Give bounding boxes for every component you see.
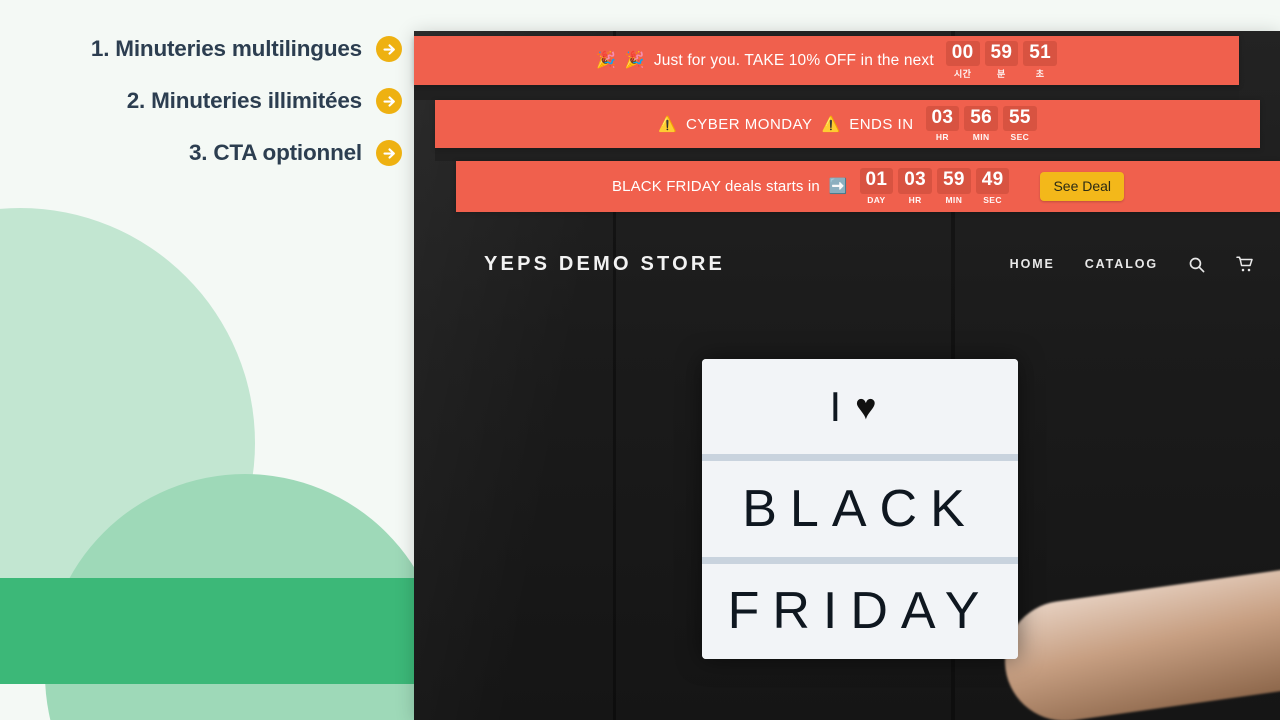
countdown-unit-seconds: 55 SEC — [1003, 105, 1037, 143]
countdown-hours-label: HR — [908, 194, 922, 205]
arrow-right-circle-icon[interactable] — [376, 36, 402, 62]
countdown-seconds-label: SEC — [1010, 132, 1030, 143]
banner-2-title: CYBER MONDAY — [685, 115, 813, 133]
countdown-hours-value: 03 — [925, 105, 960, 132]
countdown-unit-days: 01 DAY — [859, 168, 894, 205]
warning-icon: ⚠️ — [658, 115, 677, 133]
arrow-right-circle-icon[interactable] — [376, 88, 402, 114]
feature-item-1[interactable]: 1. Minuteries multilingues — [91, 36, 402, 62]
page-gap-strip-1 — [414, 85, 1239, 100]
store-nav-links: HOME CATALOG — [1010, 255, 1254, 273]
countdown-hours-label: HR — [935, 132, 949, 143]
countdown-unit-hours: 03 HR — [925, 105, 960, 143]
arrow-right-icon: ➡️ — [828, 178, 848, 195]
feature-item-3[interactable]: 3. CTA optionnel — [189, 140, 402, 166]
countdown-seconds-label: 초 — [1035, 69, 1045, 80]
countdown-unit-minutes: 56 MIN — [964, 105, 999, 143]
countdown-minutes-value: 59 — [984, 40, 1019, 67]
countdown-seconds-value: 55 — [1003, 105, 1037, 132]
lightbox-line-3: FRIDAY — [702, 563, 1018, 659]
countdown-minutes-label: MIN — [945, 194, 963, 205]
banner-1-countdown: 00 시간 59 분 51 초 — [945, 40, 1057, 80]
lightbox-line1-text: I — [829, 382, 856, 430]
see-deal-button[interactable]: See Deal — [1040, 172, 1125, 201]
feature-item-2-label: 2. Minuteries illimitées — [126, 88, 362, 113]
countdown-hours-value: 00 — [945, 40, 980, 67]
nav-link-catalog[interactable]: CATALOG — [1085, 257, 1158, 271]
countdown-minutes-label: MIN — [972, 132, 990, 143]
countdown-hours-label: 시간 — [953, 69, 972, 80]
nav-link-home[interactable]: HOME — [1010, 257, 1055, 271]
countdown-minutes-value: 56 — [964, 105, 999, 132]
banner-1-content: 🎉 🎉 Just for you. TAKE 10% OFF in the ne… — [596, 40, 1057, 80]
party-popper-icon: 🎉 — [596, 51, 616, 69]
countdown-seconds-value: 49 — [975, 168, 1010, 194]
feature-item-2[interactable]: 2. Minuteries illimitées — [127, 88, 402, 114]
countdown-unit-hours: 00 시간 — [945, 40, 980, 80]
page-gap-strip-2 — [435, 148, 1260, 161]
banner-3-message: BLACK FRIDAY deals starts in — [611, 178, 820, 195]
countdown-days-label: DAY — [867, 194, 886, 205]
countdown-days-value: 01 — [859, 168, 894, 194]
countdown-unit-seconds: 51 초 — [1023, 40, 1057, 80]
countdown-seconds-label: SEC — [983, 194, 1002, 205]
countdown-unit-hours: 03 HR — [898, 168, 932, 205]
banner-2-content: ⚠️ CYBER MONDAY ⚠️ ENDS IN 03 HR 56 MIN … — [658, 105, 1037, 143]
countdown-unit-minutes: 59 MIN — [936, 168, 971, 205]
countdown-minutes-label: 분 — [997, 69, 1006, 80]
heart-icon: ♥ — [855, 385, 891, 427]
lightbox-sign: I ♥ BLACK FRIDAY — [702, 359, 1018, 659]
shopping-cart-icon[interactable] — [1235, 255, 1254, 273]
store-navigation-bar: YEPS DEMO STORE HOME CATALOG — [456, 233, 1280, 295]
lightbox-line-1: I ♥ — [702, 359, 1018, 462]
countdown-unit-minutes: 59 분 — [984, 40, 1019, 80]
banner-multilingual-timer[interactable]: 🎉 🎉 Just for you. TAKE 10% OFF in the ne… — [414, 36, 1239, 85]
lightbox-line-2: BLACK — [702, 461, 1018, 564]
banner-3-content: BLACK FRIDAY deals starts in ➡️ 01 DAY 0… — [611, 168, 1125, 205]
warning-icon-2: ⚠️ — [821, 115, 841, 133]
banner-2-message: ENDS IN — [849, 115, 914, 133]
countdown-minutes-value: 59 — [936, 168, 971, 194]
banner-1-message: Just for you. TAKE 10% OFF in the next — [653, 51, 934, 69]
countdown-hours-value: 03 — [898, 168, 932, 194]
feature-item-3-label: 3. CTA optionnel — [188, 140, 362, 165]
feature-list: 1. Minuteries multilingues 2. Minuteries… — [0, 36, 402, 166]
banner-black-friday-timer[interactable]: BLACK FRIDAY deals starts in ➡️ 01 DAY 0… — [456, 161, 1280, 212]
banner-2-countdown: 03 HR 56 MIN 55 SEC — [925, 105, 1037, 143]
screenshot-root: I ♥ BLACK FRIDAY YEPS DEMO STORE HOME CA… — [0, 0, 1280, 720]
search-icon[interactable] — [1188, 256, 1205, 273]
banner-3-countdown: 01 DAY 03 HR 59 MIN 49 SEC — [859, 168, 1010, 205]
countdown-seconds-value: 51 — [1023, 40, 1057, 67]
feature-item-1-label: 1. Minuteries multilingues — [90, 36, 362, 61]
banner-cyber-monday-timer[interactable]: ⚠️ CYBER MONDAY ⚠️ ENDS IN 03 HR 56 MIN … — [435, 100, 1260, 148]
party-popper-icon-2: 🎉 — [624, 51, 645, 69]
store-brand-title[interactable]: YEPS DEMO STORE — [484, 253, 725, 276]
arrow-right-circle-icon[interactable] — [376, 140, 402, 166]
countdown-unit-seconds: 49 SEC — [975, 168, 1010, 205]
